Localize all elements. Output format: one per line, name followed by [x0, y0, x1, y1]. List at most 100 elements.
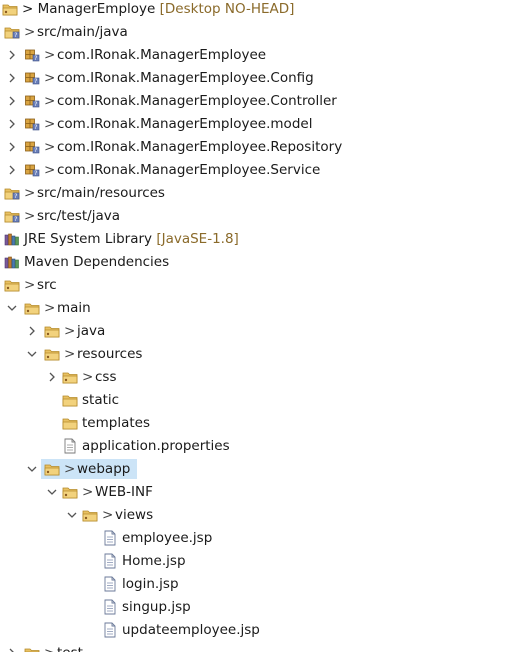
source-folder-icon: ?: [4, 208, 20, 224]
tree-item[interactable]: Home.jsp: [0, 550, 517, 572]
tree-item-label: java: [77, 323, 106, 339]
tree-item-label: views: [115, 507, 154, 523]
library-icon: [4, 231, 20, 247]
svg-text:?: ?: [14, 32, 17, 39]
tree-item-label: com.IRonak.ManagerEmployee.Controller: [57, 93, 337, 109]
tree-item[interactable]: static: [0, 389, 517, 411]
package-icon: ?: [24, 139, 40, 155]
tree-item-label: com.IRonak.ManagerEmployee.model: [57, 116, 313, 132]
chevron-right-icon[interactable]: [6, 136, 18, 158]
tree-item[interactable]: ? > com.IRonak.ManagerEmployee.Service: [0, 159, 517, 181]
folder-icon: [82, 507, 98, 523]
svg-text:?: ?: [34, 147, 37, 154]
tree-item-label-wrap: > ManagerEmploye [Desktop NO-HEAD]: [22, 0, 294, 20]
jsp-file-icon: [102, 622, 118, 638]
tree-item[interactable]: ? > com.IRonak.ManagerEmployee.Controller: [0, 90, 517, 112]
tree-item[interactable]: ? > com.IRonak.ManagerEmployee.Config: [0, 67, 517, 89]
tree-item-label: login.jsp: [122, 576, 179, 592]
svg-text:?: ?: [34, 124, 37, 131]
tree-item[interactable]: > java: [0, 320, 517, 342]
svg-text:?: ?: [34, 101, 37, 108]
tree-item-label: webapp: [77, 461, 131, 477]
chevron-right-icon[interactable]: [26, 320, 38, 342]
tree-item-decorator: >: [64, 461, 76, 477]
chevron-right-icon[interactable]: [6, 44, 18, 66]
tree-item[interactable]: > webapp: [0, 458, 517, 480]
tree-item[interactable]: > resources: [0, 343, 517, 365]
chevron-right-icon[interactable]: [6, 159, 18, 181]
tree-item[interactable]: > main: [0, 297, 517, 319]
tree-item-decorator: >: [44, 47, 56, 63]
chevron-right-icon[interactable]: [6, 113, 18, 135]
jsp-file-icon: [102, 599, 118, 615]
folder-icon: [44, 323, 60, 339]
chevron-right-icon[interactable]: [46, 366, 58, 388]
chevron-right-icon[interactable]: [6, 642, 18, 652]
tree-item-label: application.properties: [82, 438, 230, 454]
svg-text:?: ?: [34, 78, 37, 85]
tree-item[interactable]: > views: [0, 504, 517, 526]
chevron-right-icon[interactable]: [6, 90, 18, 112]
jsp-file-icon: [102, 530, 118, 546]
tree-item[interactable]: templates: [0, 412, 517, 434]
source-folder-icon: ?: [4, 185, 20, 201]
folder-icon: [44, 346, 60, 362]
tree-item[interactable]: JRE System Library [JavaSE-1.8]: [0, 228, 517, 250]
tree-item-label: main: [57, 300, 91, 316]
tree-item-label: singup.jsp: [122, 599, 191, 615]
chevron-right-icon[interactable]: [6, 67, 18, 89]
tree-item-decorator: >: [64, 346, 76, 362]
tree-item[interactable]: ? > src/main/resources: [0, 182, 517, 204]
tree-item-label-wrap: JRE System Library [JavaSE-1.8]: [24, 228, 239, 250]
tree-item-label: resources: [77, 346, 143, 362]
file-icon: [62, 438, 78, 454]
tree-item[interactable]: ? > com.IRonak.ManagerEmployee.model: [0, 113, 517, 135]
tree-item-label: Maven Dependencies: [24, 254, 170, 270]
tree-item-decorator: >: [24, 185, 36, 201]
package-icon: ?: [24, 162, 40, 178]
tree-item-label: com.IRonak.ManagerEmployee.Repository: [57, 139, 343, 155]
tree-item-label: src/main/java: [37, 24, 128, 40]
chevron-down-icon[interactable]: [66, 504, 78, 526]
library-icon: [4, 254, 20, 270]
tree-item[interactable]: ? > com.IRonak.ManagerEmployee: [0, 44, 517, 66]
source-folder-icon: ?: [4, 24, 20, 40]
tree-item[interactable]: ? > src/test/java: [0, 205, 517, 227]
chevron-down-icon[interactable]: [26, 343, 38, 365]
tree-item-label: src/main/resources: [37, 185, 165, 201]
chevron-down-icon[interactable]: [6, 297, 18, 319]
project-explorer-tree: > ManagerEmploye [Desktop NO-HEAD]? > src/…: [0, 0, 517, 652]
tree-item-decoration: [JavaSE-1.8]: [152, 231, 239, 247]
tree-item-label: Home.jsp: [122, 553, 186, 569]
folder-icon: [24, 645, 40, 652]
tree-item[interactable]: updateemployee.jsp: [0, 619, 517, 641]
tree-item[interactable]: login.jsp: [0, 573, 517, 595]
tree-item[interactable]: application.properties: [0, 435, 517, 457]
tree-item[interactable]: > WEB-INF: [0, 481, 517, 503]
tree-item[interactable]: >test: [0, 642, 517, 652]
tree-item[interactable]: > css: [0, 366, 517, 388]
tree-item[interactable]: Maven Dependencies: [0, 251, 517, 273]
tree-item[interactable]: employee.jsp: [0, 527, 517, 549]
tree-item[interactable]: > src: [0, 274, 517, 296]
tree-item[interactable]: > ManagerEmploye [Desktop NO-HEAD]: [0, 0, 517, 20]
jsp-file-icon: [102, 553, 118, 569]
chevron-down-icon[interactable]: [46, 481, 58, 503]
chevron-down-icon[interactable]: [26, 458, 38, 480]
tree-item[interactable]: singup.jsp: [0, 596, 517, 618]
folder-icon: [24, 300, 40, 316]
tree-item-decorator: >: [82, 369, 94, 385]
tree-item-label: test: [57, 642, 83, 652]
tree-item-label: css: [95, 369, 117, 385]
tree-item[interactable]: ? > src/main/java: [0, 21, 517, 43]
plain-folder-icon: [62, 392, 78, 408]
package-icon: ?: [24, 47, 40, 63]
tree-item-label: com.IRonak.ManagerEmployee: [57, 47, 267, 63]
tree-item-label: > ManagerEmploye: [22, 1, 156, 17]
tree-item-label: com.IRonak.ManagerEmployee.Service: [57, 162, 321, 178]
folder-icon: [44, 461, 60, 477]
tree-item-label: updateemployee.jsp: [122, 622, 260, 638]
tree-item-label: com.IRonak.ManagerEmployee.Config: [57, 70, 314, 86]
tree-item-label: static: [82, 392, 120, 408]
tree-item[interactable]: ? > com.IRonak.ManagerEmployee.Repository: [0, 136, 517, 158]
